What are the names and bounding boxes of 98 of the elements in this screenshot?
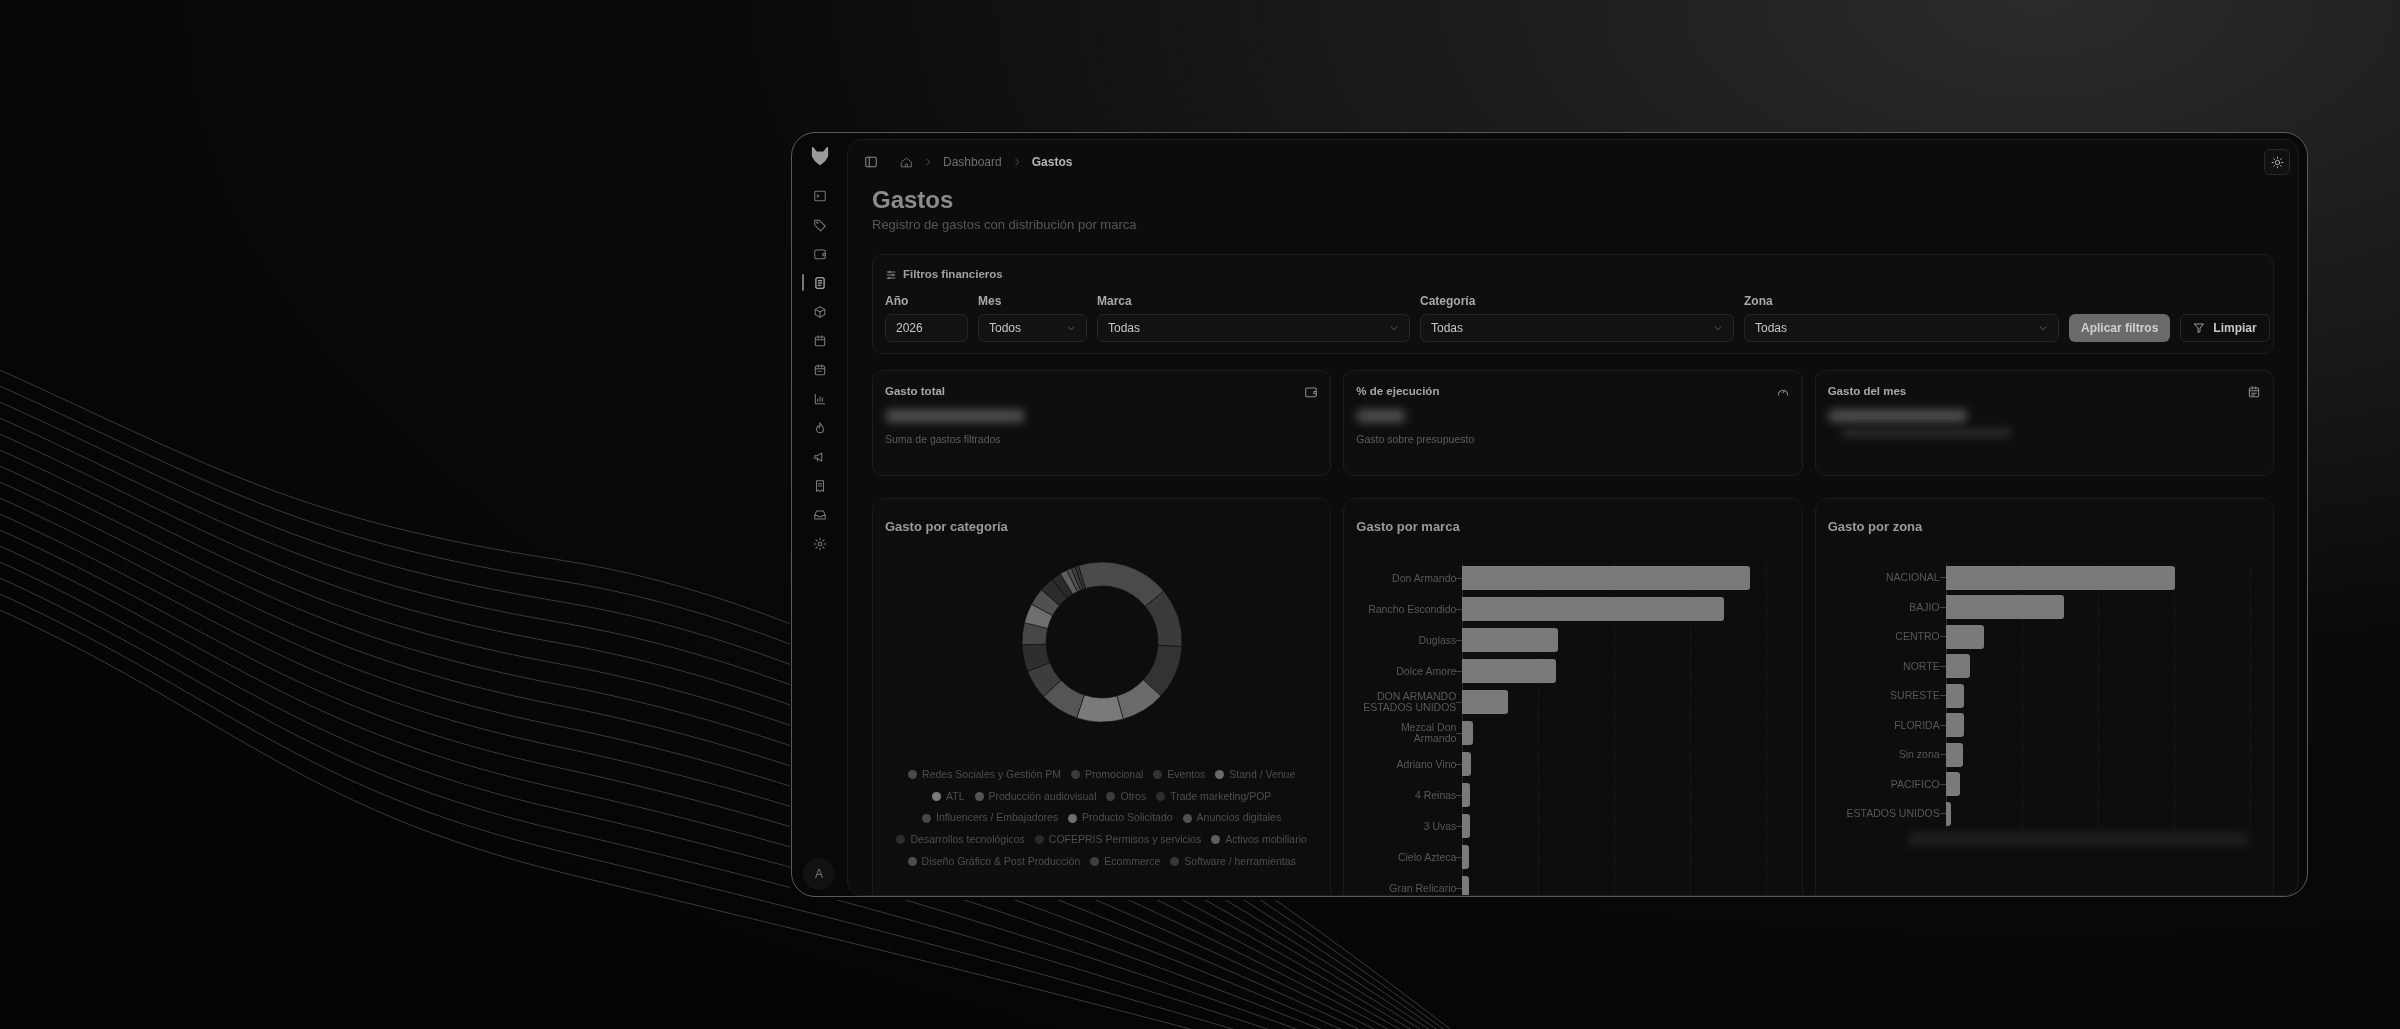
legend-label: Stand / Venue (1229, 766, 1296, 782)
chevron-right-icon (923, 157, 933, 167)
bar-label: SURESTE (1889, 690, 1940, 701)
document-icon[interactable] (812, 275, 827, 290)
breadcrumb-link[interactable]: Dashboard (943, 153, 1002, 171)
bar-label: NACIONAL (1884, 572, 1940, 583)
legend-label: Eventos (1167, 766, 1206, 782)
chart-title: Gasto por marca (1356, 518, 1461, 537)
bar-label: Gran Relicario (1388, 882, 1457, 894)
calendar-icon[interactable] (812, 333, 827, 348)
sidebar-toggle-icon[interactable] (864, 155, 878, 169)
blurred-value (1356, 408, 1407, 423)
kpi-title: % de ejecución (1356, 384, 1440, 400)
cube-icon[interactable] (812, 304, 827, 319)
apply-filters-button[interactable]: Aplicar filtros (2069, 314, 2171, 343)
kpi-title: Gasto del mes (1827, 384, 1907, 400)
filter-icon (2193, 322, 2206, 335)
kpi-caption: Gasto sobre presupuesto (1356, 431, 1476, 447)
legend-label: Trade marketing/POP (1170, 788, 1272, 804)
bar (1945, 742, 1963, 767)
select-dropdown[interactable]: Todas (1420, 314, 1734, 343)
field-label: Año (885, 293, 910, 311)
bar (1462, 845, 1470, 870)
legend-label: ATL (946, 788, 965, 804)
bar-label: Don Armando (1391, 572, 1457, 584)
field-label: Zona (1744, 293, 1774, 311)
bar (1945, 654, 1970, 678)
select-dropdown[interactable]: Todas (1744, 314, 2059, 343)
bar-label: Sin zona (1897, 749, 1940, 760)
active-indicator (802, 274, 804, 291)
legend-label: Ecommerce (1104, 853, 1161, 869)
bar (1462, 721, 1474, 746)
bar-label: Mezcal Don Armando (1399, 722, 1457, 745)
bar-label: CENTRO (1894, 631, 1940, 642)
bar (1945, 772, 1960, 796)
bar (1462, 752, 1472, 777)
field-label: Mes (978, 293, 1003, 311)
tag-icon[interactable] (812, 217, 827, 232)
filters-title: Filtros financieros (903, 267, 1003, 282)
bar (1945, 801, 1951, 826)
kpi-title: Gasto total (885, 384, 946, 400)
kpi-caption: Suma de gastos filtrados (885, 431, 1002, 447)
theme-toggle-button[interactable] (2264, 149, 2290, 175)
wallet-icon[interactable] (812, 246, 827, 261)
breadcrumb-current: Gastos (1031, 154, 1073, 171)
home-icon[interactable] (900, 155, 913, 169)
bar (1945, 713, 1964, 737)
bar-label: DON ARMANDO ESTADOS UNIDOS (1362, 691, 1457, 714)
bar-label: Adriano Vino (1395, 758, 1457, 770)
bar-label: NORTE (1902, 660, 1940, 672)
page-subtitle: Registro de gastos con distribución por marca (872, 216, 1138, 234)
legend-label: Producción audiovisual (988, 788, 1097, 804)
legend-label: Promocional (1084, 766, 1144, 782)
bar-label: FLORIDA (1893, 719, 1940, 731)
bar-label: ESTADOS UNIDOS (1845, 808, 1940, 819)
legend-label: Diseño Gráfico & Post Producción (921, 853, 1081, 869)
bar-chart-icon[interactable] (812, 391, 827, 406)
bar-label: Duglass (1417, 634, 1457, 646)
settings-icon[interactable] (812, 536, 827, 551)
bar-label: PACIFICO (1889, 778, 1940, 790)
bar (1462, 876, 1470, 895)
legend-label: Desarrollos tecnológicos (910, 832, 1025, 847)
legend-label: Redes Sociales y Gestión PM (922, 766, 1061, 782)
wallet-icon (1304, 384, 1319, 399)
legend-label: Producto Solicitado (1082, 810, 1173, 826)
year-input[interactable]: 2026 (885, 314, 968, 343)
inbox-icon[interactable] (812, 507, 827, 522)
bar (1462, 690, 1509, 715)
field-label: Marca (1097, 293, 1133, 311)
terminal-icon[interactable] (812, 188, 827, 203)
legend-label: Influencers / Embajadores (936, 810, 1059, 826)
clear-filters-button[interactable]: Limpiar (2180, 314, 2270, 343)
bar (1462, 783, 1471, 808)
sun-icon (2270, 155, 2284, 169)
legend-label: Software / herramientas (1184, 853, 1296, 869)
legend-label: Otros (1120, 788, 1147, 804)
bar-label: Dolce Amore (1395, 665, 1457, 677)
calendar-icon[interactable] (812, 362, 827, 377)
bar (1945, 683, 1964, 708)
bar (1462, 814, 1471, 839)
select-dropdown[interactable]: Todas (1097, 314, 1410, 343)
chart-title: Gasto por zona (1827, 518, 1924, 537)
select-dropdown[interactable]: Todos (978, 314, 1087, 343)
bar-label: Rancho Escondido (1367, 603, 1457, 615)
page-title: Gastos (872, 185, 955, 215)
bar (1945, 624, 1984, 649)
legend-label: Anuncios digitales (1196, 810, 1282, 826)
field-label: Categoría (1420, 293, 1477, 311)
bar-label: 4 Reinas (1413, 789, 1457, 801)
calendar-icon (2247, 384, 2261, 399)
bar-label: 3 Uvas (1422, 820, 1457, 832)
legend-label: COFEPRIS Permisos y servicios (1048, 832, 1202, 847)
chart-title: Gasto por categoría (885, 518, 1009, 537)
bar-label: Cielo Azteca (1396, 851, 1457, 863)
user-avatar[interactable]: A (803, 858, 835, 890)
bar-label: BAJIO (1908, 601, 1940, 613)
legend-label: Activos mobiliario (1225, 832, 1307, 847)
sliders-icon (885, 268, 897, 281)
